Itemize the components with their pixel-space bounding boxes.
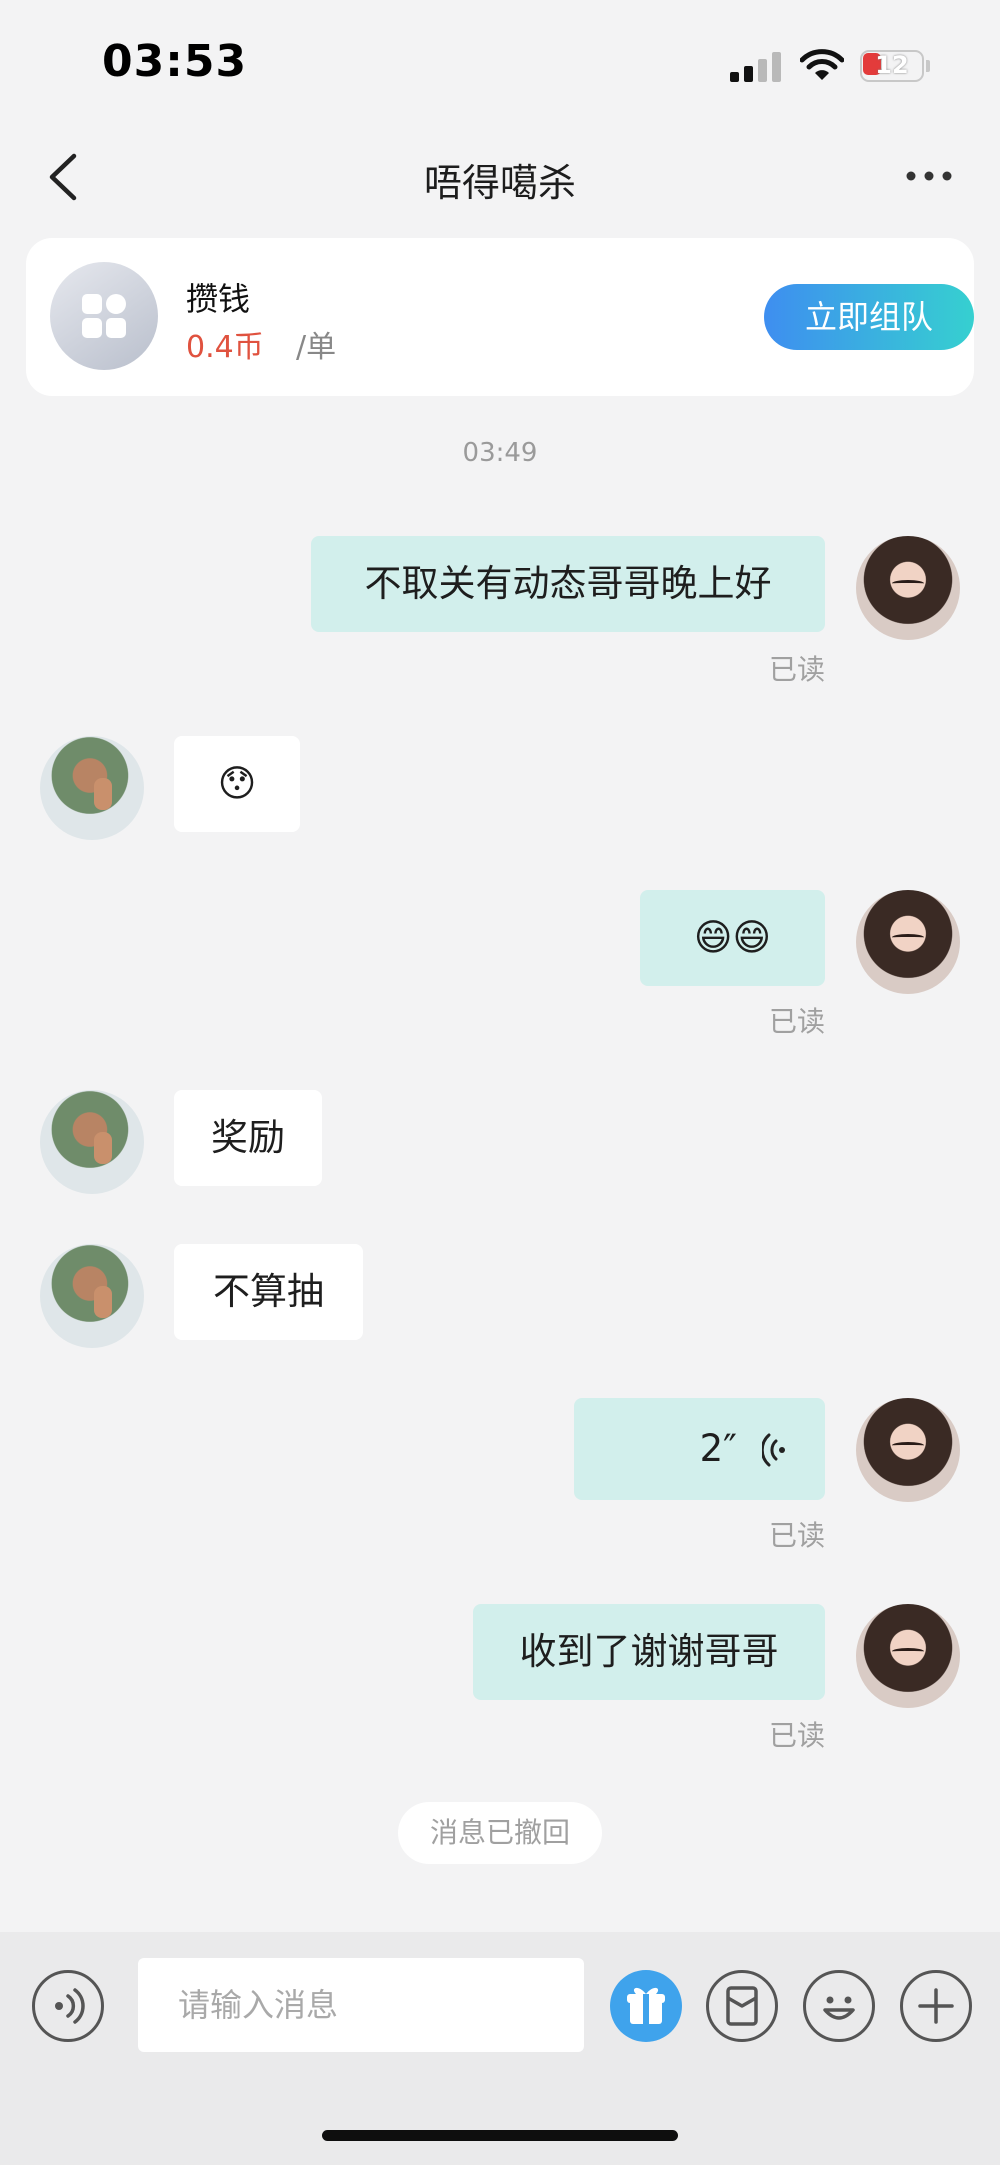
task-grid-icon xyxy=(50,262,158,370)
status-bar: 03:53 12 xyxy=(0,0,1000,120)
page-title: 唔得噶杀 xyxy=(423,161,576,205)
avatar[interactable] xyxy=(856,1398,960,1502)
chat-timestamp: 03:49 xyxy=(462,438,538,468)
battery-level: 12 xyxy=(875,51,909,79)
message-bubble[interactable]: 不取关有动态哥哥晚上好 xyxy=(311,536,825,632)
read-status: 已读 xyxy=(768,1519,825,1552)
cellular-signal-icon xyxy=(730,52,782,82)
gift-icon[interactable] xyxy=(610,1970,682,2042)
status-time: 03:53 xyxy=(102,36,248,87)
join-team-button[interactable]: 立即组队 xyxy=(764,284,974,350)
avatar[interactable] xyxy=(40,1244,144,1348)
home-indicator[interactable] xyxy=(322,2130,678,2141)
avatar[interactable] xyxy=(856,536,960,640)
voice-wave-icon xyxy=(762,1433,785,1467)
red-packet-icon[interactable] xyxy=(706,1970,778,2042)
avatar[interactable] xyxy=(856,890,960,994)
message-bubble[interactable]: 😄😄 xyxy=(640,890,825,986)
task-price: 0.4币 xyxy=(186,330,264,365)
battery-icon: 12 xyxy=(860,50,930,82)
message-bubble[interactable]: 奖励 xyxy=(174,1090,322,1186)
read-status: 已读 xyxy=(768,1719,825,1752)
task-card[interactable]: 攒钱 0.4币 /单 立即组队 xyxy=(26,238,974,396)
avatar[interactable] xyxy=(40,736,144,840)
wifi-icon xyxy=(800,49,844,80)
nav-bar: 唔得噶杀 xyxy=(0,130,1000,220)
task-name: 攒钱 xyxy=(186,280,251,318)
message-bubble[interactable]: 不算抽 xyxy=(174,1244,363,1340)
voice-duration: 2″ xyxy=(699,1427,737,1470)
emoji-icon[interactable] xyxy=(803,1970,875,2042)
avatar[interactable] xyxy=(40,1090,144,1194)
read-status: 已读 xyxy=(768,1005,825,1038)
voice-toggle-icon[interactable] xyxy=(32,1970,104,2042)
more-icon[interactable] xyxy=(906,170,952,182)
message-input[interactable] xyxy=(138,1958,584,2052)
recall-notice: 消息已撤回 xyxy=(398,1802,602,1864)
plus-icon[interactable] xyxy=(900,1970,972,2042)
message-bubble[interactable]: 收到了谢谢哥哥 xyxy=(473,1604,825,1700)
task-unit: /单 xyxy=(296,330,337,365)
avatar[interactable] xyxy=(856,1604,960,1708)
message-bubble[interactable]: 😯 xyxy=(174,736,300,832)
read-status: 已读 xyxy=(768,653,825,686)
